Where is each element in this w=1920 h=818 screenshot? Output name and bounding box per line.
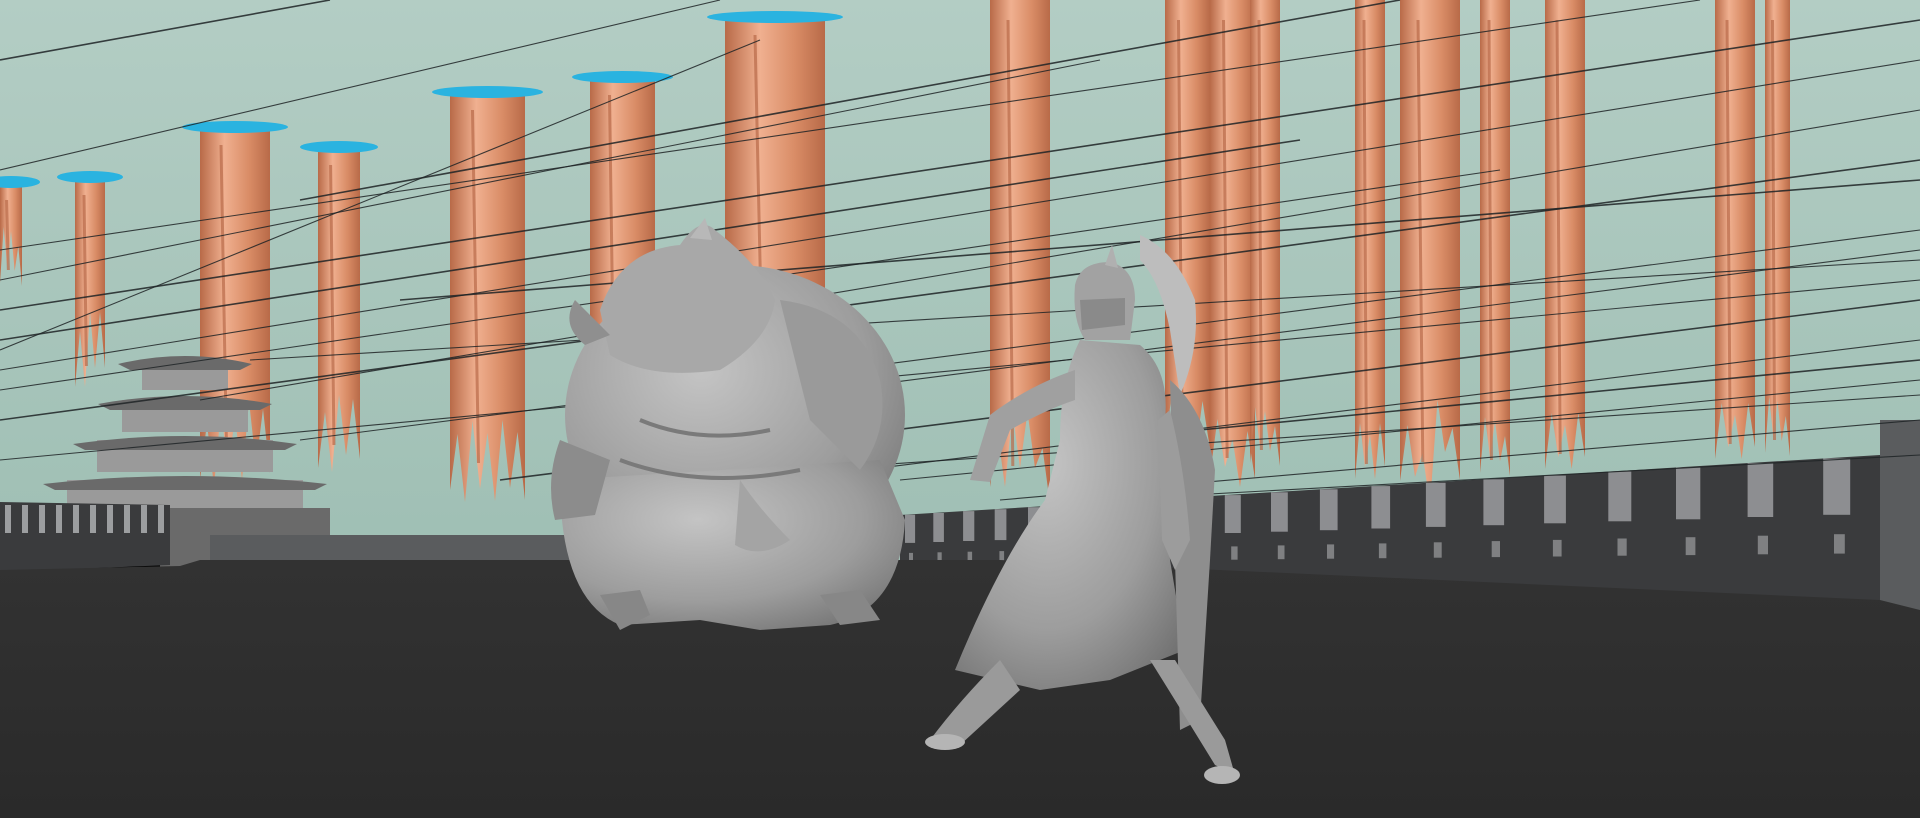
rock-pillar (1210, 0, 1255, 487)
scene-render (0, 0, 1920, 818)
pillar-cap (300, 141, 378, 153)
arena-floor (0, 560, 1920, 818)
rock-pillar (1765, 0, 1790, 456)
3d-viewport[interactable] (0, 0, 1920, 818)
rock-pillar (1715, 0, 1755, 459)
rock-pillar (1480, 0, 1510, 476)
pillar-cap (432, 86, 543, 98)
pillar-cap (707, 11, 843, 23)
rock-pillar (1545, 0, 1585, 469)
pillar-cap (57, 171, 123, 183)
